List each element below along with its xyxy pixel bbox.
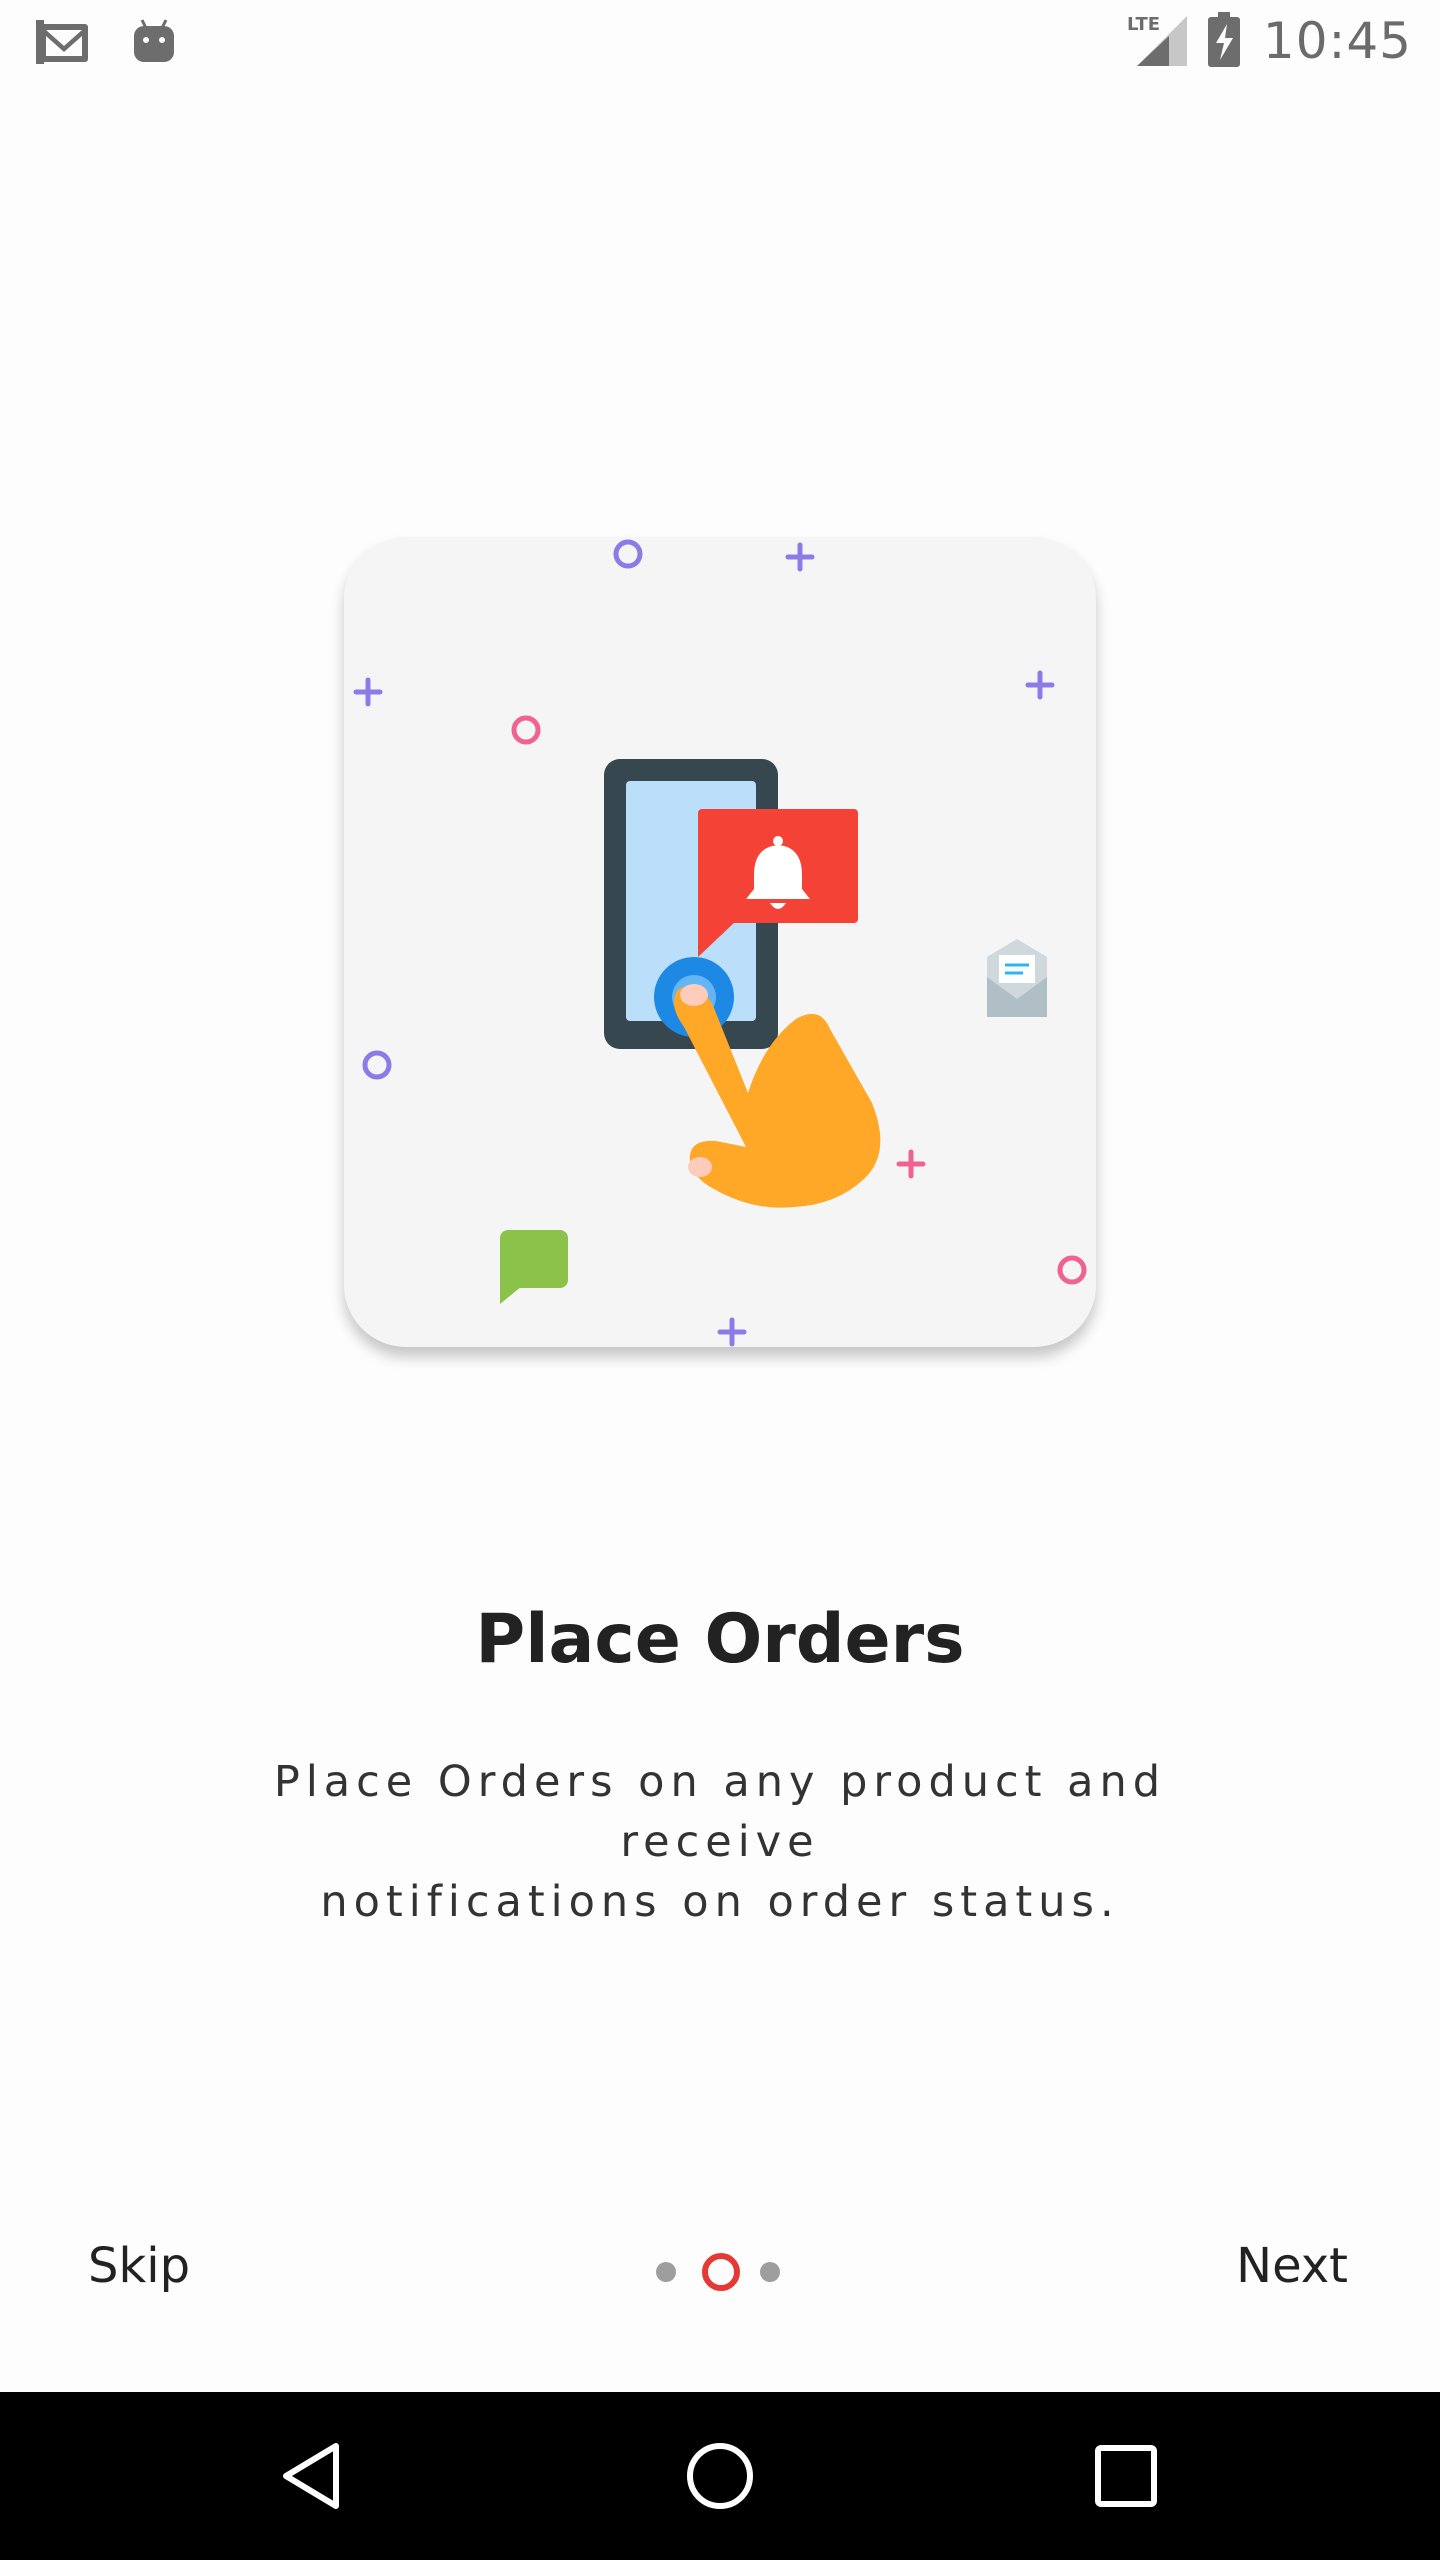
skip-button[interactable]: Skip	[88, 2238, 190, 2294]
sparkle-ring-icon	[1057, 1255, 1087, 1285]
page-dot[interactable]	[760, 2262, 780, 2282]
page-dot-active[interactable]	[702, 2253, 740, 2291]
illustration-card	[344, 537, 1096, 1347]
sparkle-ring-icon	[511, 715, 541, 745]
status-bar: LTE 10:45	[0, 0, 1440, 84]
onboarding-description: Place Orders on any product and receive …	[170, 1752, 1270, 1932]
sparkle-plus-icon	[717, 1317, 747, 1347]
recents-icon[interactable]	[1088, 2438, 1164, 2514]
phone-notification-illustration	[353, 539, 1087, 1347]
onboarding-screen: LTE 10:45 Place Orders Place Orders on a…	[0, 0, 1440, 2560]
back-icon[interactable]	[276, 2438, 352, 2514]
android-icon	[128, 14, 180, 74]
page-dot[interactable]	[656, 2262, 676, 2282]
sparkle-plus-icon	[896, 1149, 926, 1179]
sparkle-plus-icon	[1025, 670, 1055, 700]
status-time: 10:45	[1262, 12, 1412, 70]
envelope-icon	[987, 939, 1047, 1017]
sparkle-plus-icon	[785, 542, 815, 572]
page-indicator	[656, 2252, 786, 2292]
onboarding-title: Place Orders	[475, 1600, 965, 1679]
signal-icon: LTE	[1125, 10, 1189, 72]
description-line: Place Orders on any product and receive	[273, 1757, 1167, 1867]
navigation-bar	[0, 2392, 1440, 2560]
sparkle-plus-icon	[353, 677, 383, 707]
battery-charging-icon	[1207, 10, 1241, 72]
next-button[interactable]: Next	[1236, 2238, 1348, 2294]
gmail-icon	[36, 14, 92, 74]
sparkle-ring-icon	[362, 1050, 392, 1080]
chat-bubble-icon	[500, 1230, 568, 1304]
sparkle-ring-icon	[613, 539, 643, 569]
network-type-label: LTE	[1127, 14, 1160, 35]
description-line: notifications on order status.	[320, 1877, 1120, 1927]
home-icon[interactable]	[682, 2438, 758, 2514]
